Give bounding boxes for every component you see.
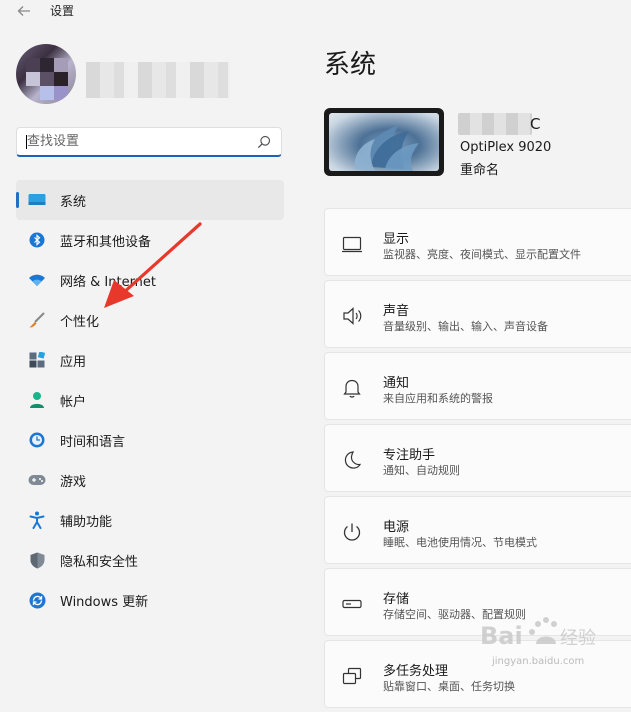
apps-icon [28,351,46,369]
watermark-url: jingyan.baidu.com [492,656,585,667]
monitor-icon [28,191,46,209]
sidebar-item-system[interactable]: 系统 [16,180,284,220]
card-subtitle: 来自应用和系统的警报 [383,392,493,405]
card-title: 电源 [383,520,410,535]
sidebar-item-time-language[interactable]: 时间和语言 [16,420,284,460]
storage-icon [342,599,362,609]
baidu-watermark: Bai 经验 jingyan.baidu.com [476,610,626,680]
device-model: OptiPlex 9020 [460,140,552,155]
sidebar-item-label: 辅助功能 [60,514,113,530]
baidu-logo-icon: Bai 经验 [480,617,596,650]
svg-text:经验: 经验 [560,628,596,649]
svg-text:Bai: Bai [480,622,523,650]
card-display[interactable]: 显示 监视器、亮度、夜间模式、显示配置文件 [324,208,631,276]
bluetooth-icon [28,231,46,249]
card-subtitle: 音量级别、输出、输入、声音设备 [383,320,548,333]
bell-icon [343,379,361,398]
power-icon [343,523,361,541]
wallpaper-bloom-image [329,113,439,171]
card-title: 声音 [383,304,410,319]
back-button[interactable] [8,0,40,22]
person-icon [28,391,46,409]
sidebar-item-windows-update[interactable]: Windows 更新 [16,580,284,620]
page-title: 系统 [324,50,377,80]
card-title: 显示 [383,232,410,247]
search-icon[interactable] [257,135,271,149]
globe-clock-icon [28,431,46,449]
sidebar-item-label: 个性化 [60,314,100,330]
sidebar-item-label: Windows 更新 [60,594,149,610]
sidebar-item-accounts[interactable]: 帐户 [16,380,284,420]
device-name-suffix: C [530,115,541,133]
update-icon [28,591,46,609]
sidebar-item-gaming[interactable]: 游戏 [16,460,284,500]
sidebar-item-label: 时间和语言 [60,434,126,450]
multitask-icon [342,667,362,685]
sidebar-item-accessibility[interactable]: 辅助功能 [16,500,284,540]
card-title: 存储 [383,592,410,607]
speaker-icon [343,307,362,325]
card-notifications[interactable]: 通知 来自应用和系统的警报 [324,352,631,420]
rename-link[interactable]: 重命名 [460,159,499,178]
red-annotation-arrow [104,222,202,308]
moon-icon [344,451,362,469]
sidebar-item-label: 帐户 [60,394,87,410]
sidebar-item-label: 系统 [60,194,87,210]
card-title: 通知 [383,376,410,391]
sidebar-item-label: 隐私和安全性 [60,554,139,570]
window-title: 设置 [50,4,75,18]
sidebar-item-label: 游戏 [60,474,87,490]
sidebar-item-privacy[interactable]: 隐私和安全性 [16,540,284,580]
card-subtitle: 睡眠、电池使用情况、节电模式 [383,536,537,549]
user-avatar[interactable] [16,44,76,104]
card-sound[interactable]: 声音 音量级别、输出、输入、声音设备 [324,280,631,348]
display-icon [342,236,362,253]
brush-icon [28,311,46,329]
device-name-redacted [458,113,532,135]
device-thumbnail [324,108,444,176]
shield-icon [28,551,46,569]
card-power[interactable]: 电源 睡眠、电池使用情况、节电模式 [324,496,631,564]
card-subtitle: 贴靠窗口、桌面、任务切换 [383,680,515,693]
sidebar-item-apps[interactable]: 应用 [16,340,284,380]
search-input[interactable] [27,128,247,154]
card-focus-assist[interactable]: 专注助手 通知、自动规则 [324,424,631,492]
card-subtitle: 监视器、亮度、夜间模式、显示配置文件 [383,248,581,261]
user-name-redacted [86,62,230,98]
gamepad-icon [28,471,46,489]
accessibility-icon [28,511,46,529]
arrow-left-icon [17,6,30,16]
sidebar-item-label: 应用 [60,354,87,370]
wifi-icon [28,271,46,289]
card-subtitle: 通知、自动规则 [383,464,460,477]
card-title: 专注助手 [383,448,436,463]
search-box[interactable] [16,127,282,157]
card-title: 多任务处理 [383,664,449,679]
